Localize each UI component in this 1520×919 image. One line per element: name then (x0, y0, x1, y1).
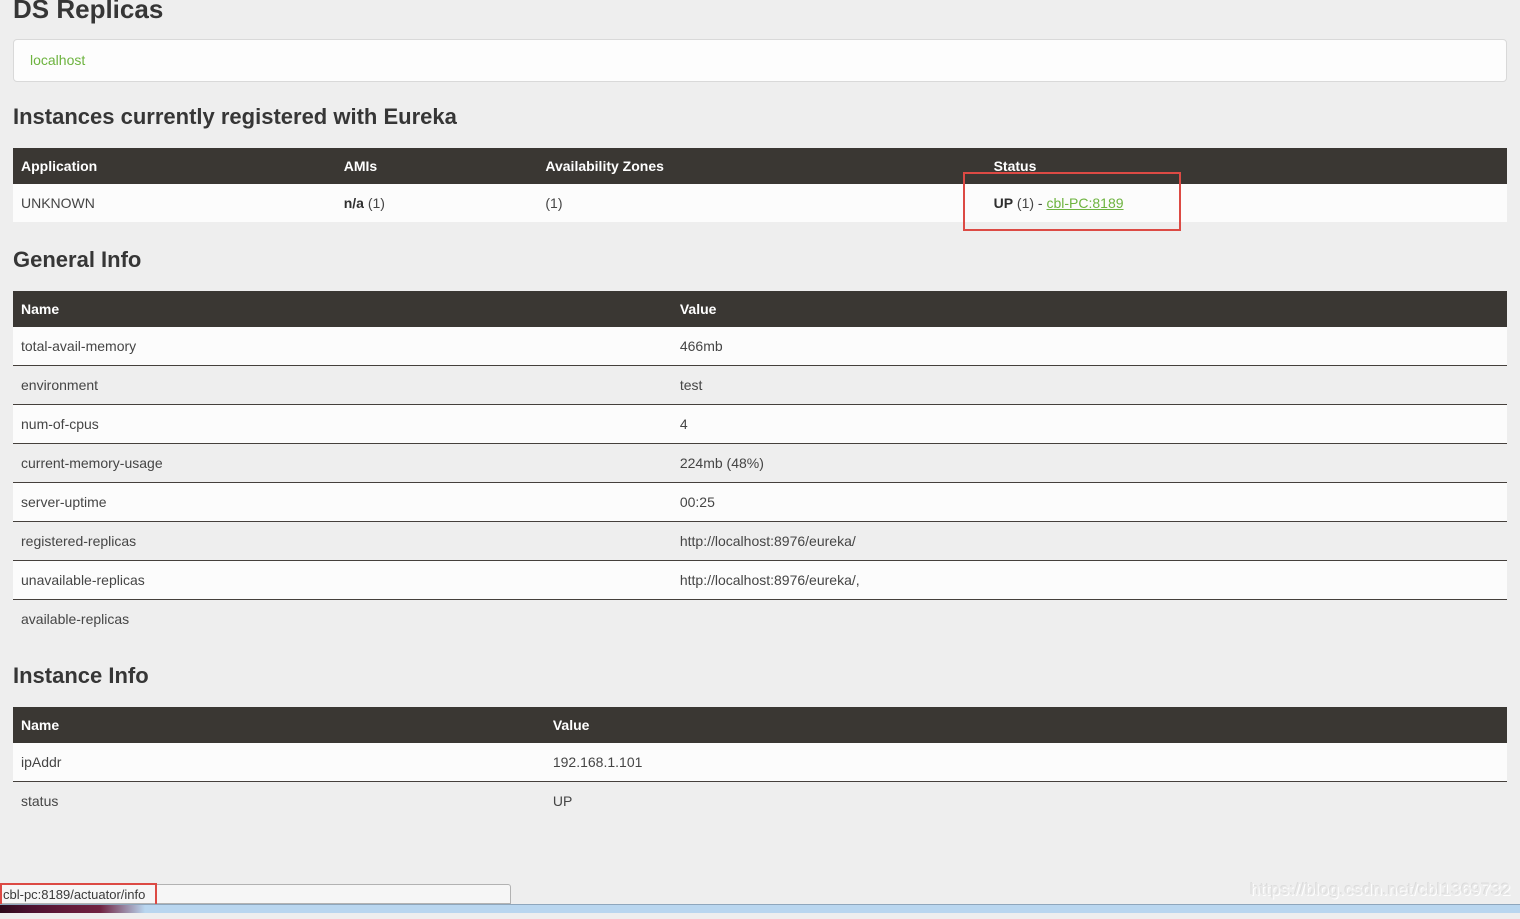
value-cell: 466mb (672, 327, 1507, 366)
amis-cell: n/a (1) (336, 184, 538, 222)
amis-count: (1) (364, 195, 385, 211)
table-row: server-uptime 00:25 (13, 483, 1507, 522)
column-application: Application (13, 148, 336, 184)
name-cell: current-memory-usage (13, 444, 672, 483)
value-cell (672, 600, 1507, 639)
link-preview-text: cbl-pc:8189/actuator/info (3, 887, 145, 902)
ds-replicas-box: localhost (13, 39, 1507, 82)
general-info-header-row: Name Value (13, 291, 1507, 327)
value-cell: 192.168.1.101 (545, 743, 1507, 782)
general-info-table: Name Value total-avail-memory 466mb envi… (13, 291, 1507, 638)
column-name: Name (13, 707, 545, 743)
value-cell: 4 (672, 405, 1507, 444)
general-info-title: General Info (13, 247, 1507, 273)
instances-table: Application AMIs Availability Zones Stat… (13, 148, 1507, 222)
table-row: ipAddr 192.168.1.101 (13, 743, 1507, 782)
column-name: Name (13, 291, 672, 327)
name-cell: ipAddr (13, 743, 545, 782)
name-cell: status (13, 782, 545, 821)
instance-link[interactable]: cbl-PC:8189 (1046, 195, 1123, 211)
instance-info-table: Name Value ipAddr 192.168.1.101 status U… (13, 707, 1507, 820)
instance-info-header-row: Name Value (13, 707, 1507, 743)
name-cell: available-replicas (13, 600, 672, 639)
column-availability-zones: Availability Zones (537, 148, 985, 184)
zones-cell: (1) (537, 184, 985, 222)
value-cell: 00:25 (672, 483, 1507, 522)
column-amis: AMIs (336, 148, 538, 184)
table-row: registered-replicas http://localhost:897… (13, 522, 1507, 561)
value-cell: http://localhost:8976/eureka/ (672, 522, 1507, 561)
table-row: status UP (13, 782, 1507, 821)
value-cell: UP (545, 782, 1507, 821)
name-cell: environment (13, 366, 672, 405)
instances-section-title: Instances currently registered with Eure… (13, 104, 1507, 130)
column-status: Status (986, 148, 1507, 184)
name-cell: registered-replicas (13, 522, 672, 561)
status-cell: UP (1) - cbl-PC:8189 (986, 184, 1507, 222)
name-cell: num-of-cpus (13, 405, 672, 444)
taskbar-edge (0, 904, 1520, 913)
name-cell: unavailable-replicas (13, 561, 672, 600)
table-row: num-of-cpus 4 (13, 405, 1507, 444)
instance-info-title: Instance Info (13, 663, 1507, 689)
name-cell: server-uptime (13, 483, 672, 522)
value-cell: http://localhost:8976/eureka/, (672, 561, 1507, 600)
table-row: total-avail-memory 466mb (13, 327, 1507, 366)
page-title: DS Replicas (13, 0, 1507, 24)
instance-row: UNKNOWN n/a (1) (1) UP (1) - cbl-PC:8189 (13, 184, 1507, 222)
value-cell: test (672, 366, 1507, 405)
replica-link-localhost[interactable]: localhost (30, 52, 85, 68)
instances-header-row: Application AMIs Availability Zones Stat… (13, 148, 1507, 184)
column-value: Value (545, 707, 1507, 743)
table-row: current-memory-usage 224mb (48%) (13, 444, 1507, 483)
browser-link-preview-bar: cbl-pc:8189/actuator/info (0, 884, 511, 904)
status-count: (1) - (1013, 195, 1046, 211)
column-value: Value (672, 291, 1507, 327)
table-row: environment test (13, 366, 1507, 405)
amis-na: n/a (344, 195, 364, 211)
application-cell: UNKNOWN (13, 184, 336, 222)
page-content: DS Replicas localhost Instances currentl… (0, 0, 1520, 820)
csdn-watermark: https://blog.csdn.net/cbl1369732 (1250, 880, 1511, 900)
name-cell: total-avail-memory (13, 327, 672, 366)
table-row: available-replicas (13, 600, 1507, 639)
status-up: UP (994, 195, 1013, 211)
table-row: unavailable-replicas http://localhost:89… (13, 561, 1507, 600)
value-cell: 224mb (48%) (672, 444, 1507, 483)
